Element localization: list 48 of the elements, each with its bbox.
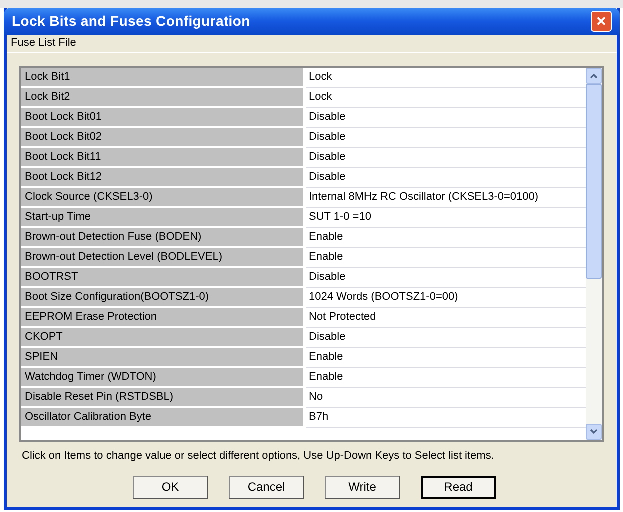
fuse-value-cell[interactable]: Internal 8MHz RC Oscillator (CKSEL3-0=0100) xyxy=(306,188,586,208)
fuse-name-cell: SPIEN xyxy=(21,348,303,368)
fuse-name-cell: CKOPT xyxy=(21,328,303,348)
fuse-name-cell: BOOTRST xyxy=(21,268,303,288)
scroll-thumb[interactable] xyxy=(586,84,602,279)
fuse-name-cell: Watchdog Timer (WDTON) xyxy=(21,368,303,388)
fuse-value-cell[interactable]: 1024 Words (BOOTSZ1-0=00) xyxy=(306,288,586,308)
fuse-name-cell: Boot Lock Bit12 xyxy=(21,168,303,188)
hint-text: Click on Items to change value or select different options, Use Up-Down Keys to Select list items. xyxy=(22,449,496,464)
fuse-value-cell[interactable]: Lock xyxy=(306,88,586,108)
fuse-name-cell: Lock Bit2 xyxy=(21,88,303,108)
fuse-name-cell: Brown-out Detection Level (BODLEVEL) xyxy=(21,248,303,268)
fuse-value-cell[interactable]: Disable xyxy=(306,128,586,148)
fuse-name-cell: Boot Size Configuration(BOOTSZ1-0) xyxy=(21,288,303,308)
fuse-name-cell: Boot Lock Bit11 xyxy=(21,148,303,168)
fuse-name-cell: Lock Bit1 xyxy=(21,68,303,88)
fuse-name-cell: Start-up Time xyxy=(21,208,303,228)
fuse-value-cell[interactable]: Lock xyxy=(306,68,586,88)
fuse-name-cell: Clock Source (CKSEL3-0) xyxy=(21,188,303,208)
fuse-name-cell: Boot Lock Bit02 xyxy=(21,128,303,148)
scroll-up-icon[interactable] xyxy=(586,68,602,84)
fuse-value-cell[interactable]: Enable xyxy=(306,228,586,248)
fuse-value-cell[interactable]: Disable xyxy=(306,328,586,348)
fuse-value-cell[interactable]: Disable xyxy=(306,108,586,128)
fuse-name-cell: Oscillator Calibration Byte xyxy=(21,408,303,428)
scroll-down-icon[interactable] xyxy=(586,424,602,440)
fuse-name-cell: Boot Lock Bit01 xyxy=(21,108,303,128)
fuse-value-cell[interactable]: Not Protected xyxy=(306,308,586,328)
window-title: Lock Bits and Fuses Configuration xyxy=(12,12,250,31)
dialog-button[interactable]: Read xyxy=(421,476,496,498)
fuse-value-cell[interactable]: Enable xyxy=(306,248,586,268)
dialog-button[interactable]: OK xyxy=(133,476,208,498)
fuse-value-cell[interactable]: Disable xyxy=(306,268,586,288)
dialog-button[interactable]: Cancel xyxy=(229,476,304,498)
scrollbar[interactable] xyxy=(586,68,602,440)
fuse-value-cell[interactable]: B7h xyxy=(306,408,586,428)
fuse-value-cell[interactable]: SUT 1-0 =10 xyxy=(306,208,586,228)
fuse-value-cell[interactable]: Enable xyxy=(306,368,586,388)
fuse-name-cell: Disable Reset Pin (RSTDSBL) xyxy=(21,388,303,408)
fuse-name-cell: EEPROM Erase Protection xyxy=(21,308,303,328)
dialog-button[interactable]: Write xyxy=(325,476,400,498)
menu-item[interactable]: Fuse List File xyxy=(11,35,76,52)
fuse-value-cell[interactable]: Disable xyxy=(306,148,586,168)
close-button[interactable]: ✕ xyxy=(591,11,612,32)
fuse-name-cell: Brown-out Detection Fuse (BODEN) xyxy=(21,228,303,248)
fuse-value-cell[interactable]: Disable xyxy=(306,168,586,188)
fuse-value-cell[interactable]: No xyxy=(306,388,586,408)
fuse-value-cell[interactable]: Enable xyxy=(306,348,586,368)
